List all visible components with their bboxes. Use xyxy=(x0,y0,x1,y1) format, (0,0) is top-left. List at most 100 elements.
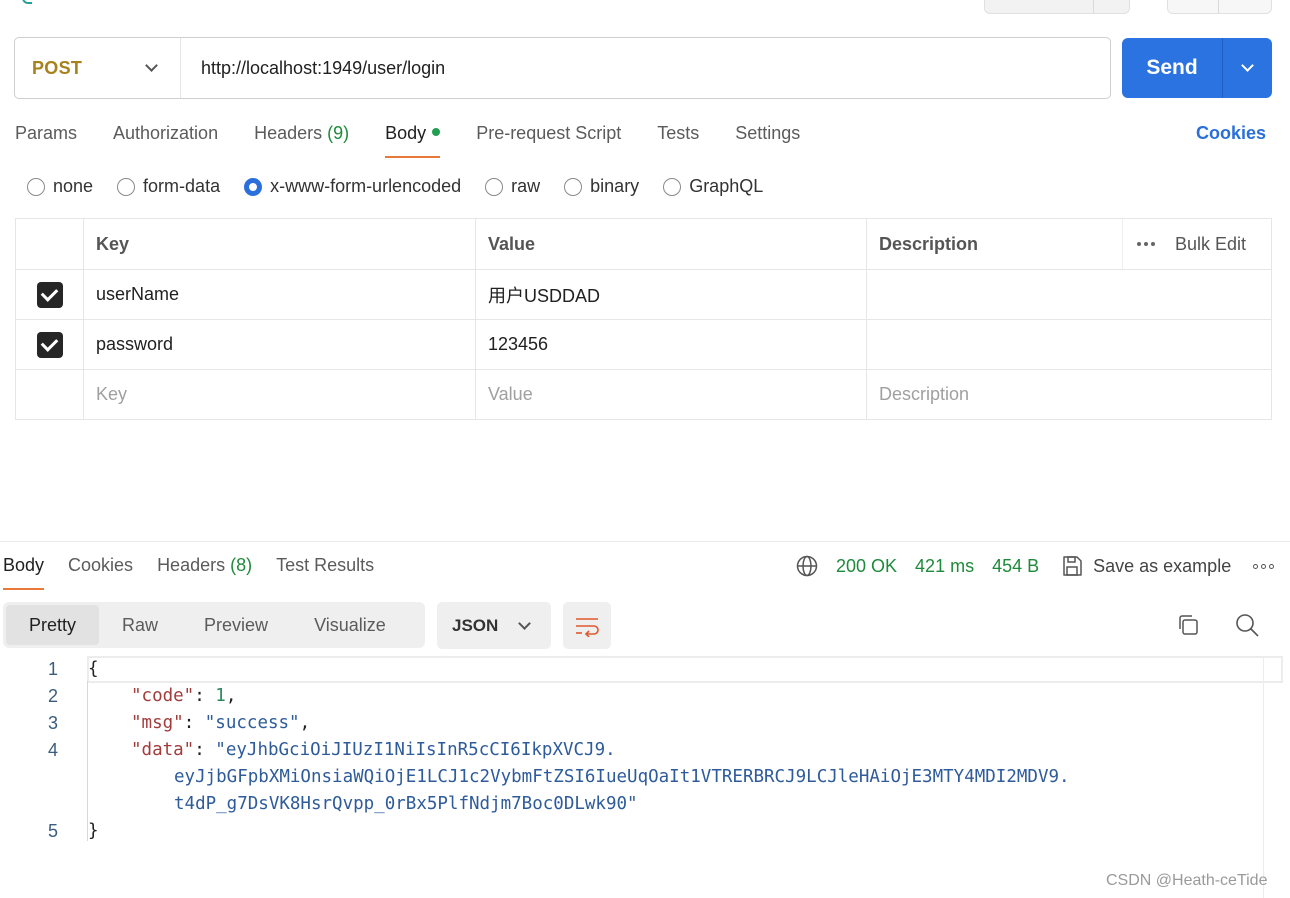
resp-tab-headers[interactable]: Headers (8) xyxy=(157,553,252,590)
resp-tab-body[interactable]: Body xyxy=(3,553,45,590)
radio-circle-icon xyxy=(27,177,45,196)
send-options-button[interactable] xyxy=(1223,38,1272,98)
row-description[interactable] xyxy=(867,320,1271,369)
radio-form-data[interactable]: form-data xyxy=(117,176,220,197)
radio-form-data-label: form-data xyxy=(143,176,221,196)
row-value-text: 123456 xyxy=(488,334,549,354)
new-description-input[interactable]: Description xyxy=(867,370,1271,419)
row-key-text: userName xyxy=(96,284,180,304)
resp-tab-headers-label: Headers xyxy=(157,555,226,575)
row-key[interactable]: password xyxy=(84,320,476,369)
table-row: userName 用户USDDAD xyxy=(16,269,1271,319)
line-number: 5 xyxy=(47,821,58,841)
watermark: CSDN @Heath-ceTide xyxy=(1106,872,1268,889)
body-type-radios: none form-data x-www-form-urlencoded raw… xyxy=(27,176,787,197)
row-value[interactable]: 123456 xyxy=(476,320,867,369)
response-time[interactable]: 421 ms xyxy=(915,556,974,577)
response-body-editor[interactable]: 1 2 3 4 5 { "code": 1, "msg": "success",… xyxy=(0,656,1290,898)
save-icon xyxy=(1063,556,1082,576)
line-number: 4 xyxy=(47,740,58,760)
value-placeholder: Value xyxy=(488,384,533,404)
table-row-new: Key Value Description xyxy=(16,369,1271,419)
header-description: Description xyxy=(867,219,1123,269)
save-as-example-label: Save as example xyxy=(1093,555,1232,576)
corner-icon xyxy=(22,0,32,4)
row-value[interactable]: 用户USDDAD xyxy=(476,270,867,319)
tab-settings[interactable]: Settings xyxy=(735,120,800,158)
method-select[interactable]: POST xyxy=(15,38,181,98)
json-number: 1 xyxy=(215,686,226,706)
radio-raw-label: raw xyxy=(511,176,541,196)
search-icon[interactable] xyxy=(1235,613,1259,637)
indent-guide xyxy=(87,681,88,841)
status-code[interactable]: 200 OK xyxy=(836,556,897,577)
table-row: password 123456 xyxy=(16,319,1271,369)
radio-raw[interactable]: raw xyxy=(485,176,540,197)
wrap-lines-icon xyxy=(576,617,599,637)
radio-circle-icon xyxy=(663,177,682,196)
chevron-down-icon xyxy=(518,616,531,630)
view-visualize[interactable]: Visualize xyxy=(291,605,409,645)
row-checkbox-cell xyxy=(16,270,84,319)
row-checkbox[interactable] xyxy=(36,331,63,358)
view-raw[interactable]: Raw xyxy=(99,605,181,645)
tab-tests[interactable]: Tests xyxy=(657,120,699,158)
tab-params[interactable]: Params xyxy=(15,120,77,158)
radio-selected-icon xyxy=(244,177,263,196)
send-button[interactable]: Send xyxy=(1122,38,1223,98)
pane-divider[interactable] xyxy=(0,541,1290,542)
resp-tab-headers-count: (8) xyxy=(230,555,253,575)
description-placeholder: Description xyxy=(879,384,970,404)
tab-pre-request-script[interactable]: Pre-request Script xyxy=(476,120,621,158)
radio-graphql-label: GraphQL xyxy=(689,176,764,196)
code-line: } xyxy=(88,821,99,841)
wrap-lines-button[interactable] xyxy=(563,602,611,649)
save-as-example-button[interactable]: Save as example xyxy=(1061,555,1231,577)
resp-tab-test-results[interactable]: Test Results xyxy=(276,553,374,590)
more-options-icon[interactable] xyxy=(1137,242,1155,246)
toolbar-button-stub-2[interactable] xyxy=(1167,0,1272,14)
editor-scrollbar[interactable] xyxy=(1263,656,1264,898)
json-key: "msg" xyxy=(131,713,184,733)
header-value: Value xyxy=(476,219,867,269)
format-select[interactable]: JSON xyxy=(437,602,551,649)
tab-authorization[interactable]: Authorization xyxy=(113,120,218,158)
copy-icon[interactable] xyxy=(1176,613,1200,637)
radio-binary[interactable]: binary xyxy=(564,176,639,197)
header-checkbox-cell xyxy=(16,219,84,269)
row-checkbox[interactable] xyxy=(36,281,63,308)
tab-headers-label: Headers xyxy=(254,123,323,143)
line-number: 3 xyxy=(47,713,58,733)
url-input[interactable] xyxy=(181,38,1110,98)
cookies-link[interactable]: Cookies xyxy=(1196,123,1266,144)
new-key-input[interactable]: Key xyxy=(84,370,476,419)
bulk-edit-button[interactable]: Bulk Edit xyxy=(1175,234,1246,255)
globe-icon[interactable] xyxy=(796,555,818,577)
radio-circle-icon xyxy=(117,177,136,196)
row-checkbox-cell xyxy=(16,370,84,419)
view-pretty[interactable]: Pretty xyxy=(6,605,100,645)
response-view-selector: Pretty Raw Preview Visualize xyxy=(3,602,425,648)
radio-urlencoded-label: x-www-form-urlencoded xyxy=(270,176,462,196)
tab-headers[interactable]: Headers (9) xyxy=(254,120,349,158)
tab-headers-count: (9) xyxy=(327,123,350,143)
url-bar: POST xyxy=(14,37,1111,99)
row-key-text: password xyxy=(96,334,174,354)
request-tabs: Params Authorization Headers (9) Body Pr… xyxy=(15,120,1272,160)
radio-urlencoded[interactable]: x-www-form-urlencoded xyxy=(244,176,461,197)
toolbar-button-stub[interactable] xyxy=(984,0,1130,14)
response-size[interactable]: 454 B xyxy=(992,556,1039,577)
radio-none[interactable]: none xyxy=(27,176,93,197)
resp-tab-cookies[interactable]: Cookies xyxy=(68,553,133,590)
radio-graphql[interactable]: GraphQL xyxy=(663,176,763,197)
tab-body[interactable]: Body xyxy=(385,120,441,158)
row-description[interactable] xyxy=(867,270,1271,319)
row-key[interactable]: userName xyxy=(84,270,476,319)
chevron-down-icon xyxy=(145,59,158,72)
table-header-row: Key Value Description Bulk Edit xyxy=(16,219,1271,269)
new-value-input[interactable]: Value xyxy=(476,370,867,419)
more-options-icon[interactable] xyxy=(1253,563,1275,569)
radio-circle-icon xyxy=(485,177,504,196)
row-value-text: 用户USDDAD xyxy=(488,285,601,306)
view-preview[interactable]: Preview xyxy=(181,605,291,645)
